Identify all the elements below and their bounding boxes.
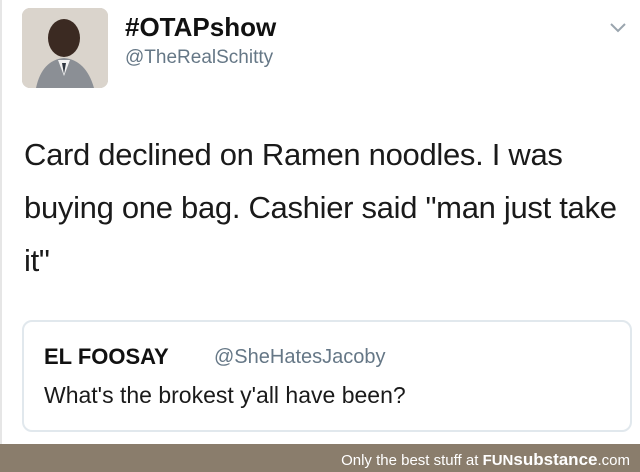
quoted-handle[interactable]: @SheHatesJacoby	[214, 346, 386, 369]
quoted-text: What's the brokest y'all have been?	[44, 382, 406, 408]
watermark-text: Only the best stuff at FUNsubstance.com	[341, 450, 630, 470]
watermark-brand-fun: FUN	[482, 452, 514, 469]
tweet-handle[interactable]: @TheRealSchitty	[125, 47, 273, 69]
avatar-image	[22, 8, 108, 88]
tweet-card: #OTAPshow @TheRealSchitty Card declined …	[0, 0, 640, 444]
tweet-display-name[interactable]: #OTAPshow	[125, 12, 276, 43]
watermark-suffix: .com	[597, 452, 630, 469]
chevron-down-icon[interactable]	[610, 22, 626, 34]
quoted-tweet[interactable]: EL FOOSAY @SheHatesJacoby What's the bro…	[22, 320, 632, 432]
watermark-bar: Only the best stuff at FUNsubstance.com	[0, 444, 640, 472]
avatar[interactable]	[22, 8, 108, 88]
watermark-brand-substance: substance	[513, 450, 598, 469]
tweet-text: Card declined on Ramen noodles. I was bu…	[24, 137, 617, 278]
watermark-prefix: Only the best stuff at	[341, 452, 479, 469]
quoted-display-name[interactable]: EL FOOSAY	[44, 344, 169, 370]
